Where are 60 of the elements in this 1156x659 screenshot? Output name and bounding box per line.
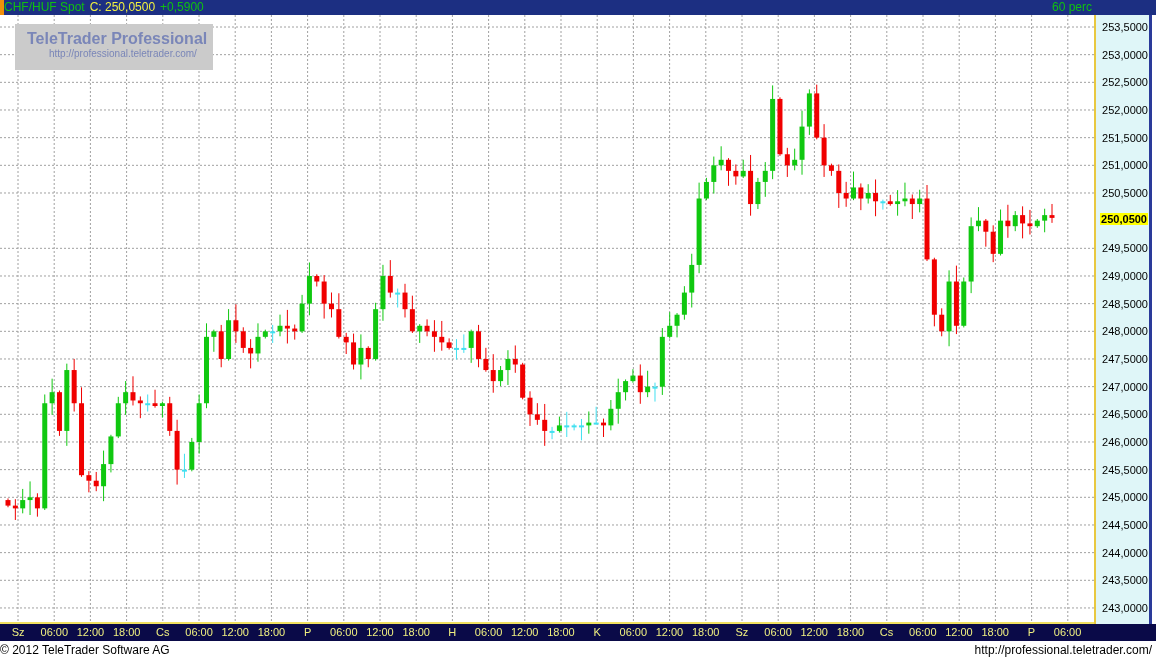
time-axis-label: 18:00 bbox=[256, 625, 287, 640]
price-tick-label: 251,5000 bbox=[1102, 131, 1148, 144]
time-axis-label: 18:00 bbox=[546, 625, 576, 640]
time-axis-label: 18:00 bbox=[401, 625, 431, 640]
time-axis-label: 06:00 bbox=[763, 625, 793, 640]
price-tick-label: 245,5000 bbox=[1102, 463, 1148, 476]
price-tick-label: 243,0000 bbox=[1102, 601, 1148, 614]
copyright-text: © 2012 TeleTrader Software AG bbox=[0, 643, 170, 657]
time-axis-label: 06:00 bbox=[329, 625, 359, 640]
price-tick-label: 249,0000 bbox=[1102, 270, 1148, 282]
time-axis-label: 18:00 bbox=[980, 625, 1010, 640]
logo-url: http://professional.teletrader.com/ bbox=[49, 48, 197, 59]
time-axis-label: 06:00 bbox=[39, 625, 70, 640]
time-axis-label: K bbox=[592, 625, 602, 640]
change-label: +0,5900 bbox=[160, 0, 204, 15]
price-tick-label: 252,5000 bbox=[1102, 76, 1148, 89]
time-axis-label: P bbox=[302, 625, 313, 640]
time-axis-label: Cs bbox=[878, 625, 895, 640]
time-axis-label: H bbox=[447, 625, 458, 640]
time-axis-label: 12:00 bbox=[799, 625, 829, 640]
interval-label: 60 perc bbox=[1051, 0, 1092, 15]
time-axis-label: 06:00 bbox=[618, 625, 649, 640]
price-tick-label: 250,5000 bbox=[1102, 187, 1148, 199]
time-axis-label: Sz bbox=[734, 625, 750, 640]
time-axis-label: 12:00 bbox=[509, 625, 540, 640]
price-tick-label: 244,0000 bbox=[1102, 546, 1148, 559]
logo-name: TeleTrader Professional bbox=[27, 30, 208, 48]
time-axis-label: 18:00 bbox=[835, 625, 866, 640]
price-tick-label: 248,5000 bbox=[1102, 297, 1148, 310]
price-tick-label: 251,0000 bbox=[1102, 159, 1148, 172]
price-tick-label: 253,0000 bbox=[1102, 48, 1148, 61]
time-axis-label: P bbox=[1026, 625, 1036, 640]
price-tick-label: 248,0000 bbox=[1102, 325, 1148, 338]
time-axis-label: 12:00 bbox=[944, 625, 974, 640]
time-axis-label: Sz bbox=[10, 625, 26, 640]
price-tick-label: 247,5000 bbox=[1102, 352, 1148, 365]
time-axis-label: 18:00 bbox=[690, 625, 721, 640]
price-tick-label: 249,5000 bbox=[1102, 242, 1148, 255]
price-tick-label: 252,0000 bbox=[1102, 104, 1148, 116]
price-tick-label: 243,5000 bbox=[1102, 574, 1148, 587]
time-axis-label: Cs bbox=[155, 625, 171, 640]
time-axis-label: 06:00 bbox=[908, 625, 938, 640]
time-axis-label: 12:00 bbox=[654, 625, 685, 640]
price-tick-label: 246,5000 bbox=[1102, 408, 1148, 421]
symbol-label: CHF/HUF Spot bbox=[4, 0, 85, 15]
price-tick-label: 247,0000 bbox=[1102, 380, 1148, 393]
current-price-label: 250,0500 bbox=[1100, 212, 1148, 225]
time-axis-label: 12:00 bbox=[365, 625, 395, 640]
time-axis-label: 18:00 bbox=[111, 625, 142, 640]
time-axis-label: 12:00 bbox=[220, 625, 250, 640]
price-tick-label: 253,5000 bbox=[1102, 21, 1148, 33]
time-axis-label: 06:00 bbox=[473, 625, 504, 640]
price-tick-label: 245,0000 bbox=[1102, 491, 1148, 504]
time-axis-label: 06:00 bbox=[184, 625, 214, 640]
price-tick-label: 244,5000 bbox=[1102, 518, 1148, 531]
close-price-label: C: 250,0500 bbox=[89, 0, 156, 15]
footer-link[interactable]: http://professional.teletrader.com/ bbox=[974, 643, 1152, 657]
price-tick-label: 246,0000 bbox=[1102, 435, 1148, 448]
time-axis-label: 12:00 bbox=[75, 625, 106, 640]
time-axis-label: 06:00 bbox=[1052, 625, 1083, 640]
